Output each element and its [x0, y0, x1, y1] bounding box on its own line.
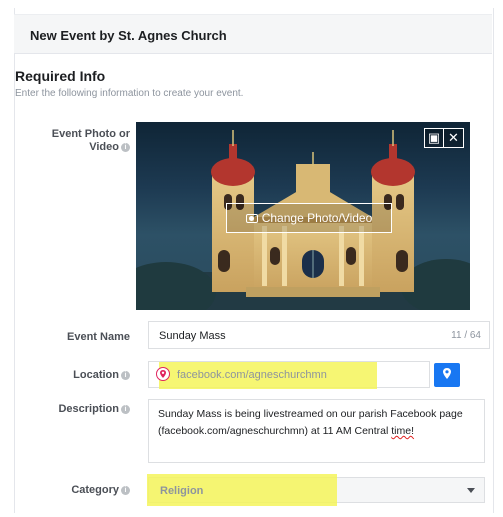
event-name-value: Sunday Mass	[159, 330, 226, 342]
event-photo-label: Event Photo or Video i	[51, 128, 130, 153]
location-value: facebook.com/agneschurchmn	[177, 369, 327, 381]
event-name-label: Event Name	[67, 331, 130, 343]
camera-icon	[245, 214, 258, 223]
location-input[interactable]: facebook.com/agneschurchmn	[148, 361, 430, 389]
change-photo-button[interactable]: Change Photo/Video	[226, 203, 392, 233]
map-pin-icon	[156, 367, 170, 381]
dialog-header: New Event by St. Agnes Church	[14, 14, 492, 54]
info-icon[interactable]: i	[121, 486, 130, 495]
info-icon[interactable]: i	[121, 143, 130, 152]
chevron-down-icon[interactable]	[467, 488, 475, 493]
location-label: Location i	[30, 369, 130, 382]
crop-icon[interactable]: ▣	[424, 128, 444, 148]
dialog-title: New Event by St. Agnes Church	[30, 28, 227, 43]
description-textarea[interactable]: Sunday Mass is being livestreamed on our…	[148, 399, 485, 463]
info-icon[interactable]: i	[121, 405, 130, 414]
section-subtitle: Enter the following information to creat…	[15, 88, 244, 99]
map-marker-icon	[443, 368, 451, 379]
section-title: Required Info	[15, 68, 106, 84]
photo-controls: ▣ ✕	[424, 128, 464, 148]
event-name-counter: 11 / 64	[451, 330, 481, 341]
close-icon[interactable]: ✕	[444, 128, 464, 148]
category-select[interactable]: Religion	[147, 474, 485, 506]
event-name-input[interactable]: Sunday Mass 11 / 64	[148, 321, 490, 349]
misspelled-word: time!	[391, 425, 415, 437]
category-label: Category i	[30, 484, 130, 497]
description-label: Description i	[30, 403, 130, 416]
category-value: Religion	[160, 485, 204, 497]
info-icon[interactable]: i	[121, 371, 130, 380]
event-photo[interactable]: ▣ ✕ Change Photo/Video	[136, 122, 470, 310]
map-marker-button[interactable]	[434, 363, 460, 387]
